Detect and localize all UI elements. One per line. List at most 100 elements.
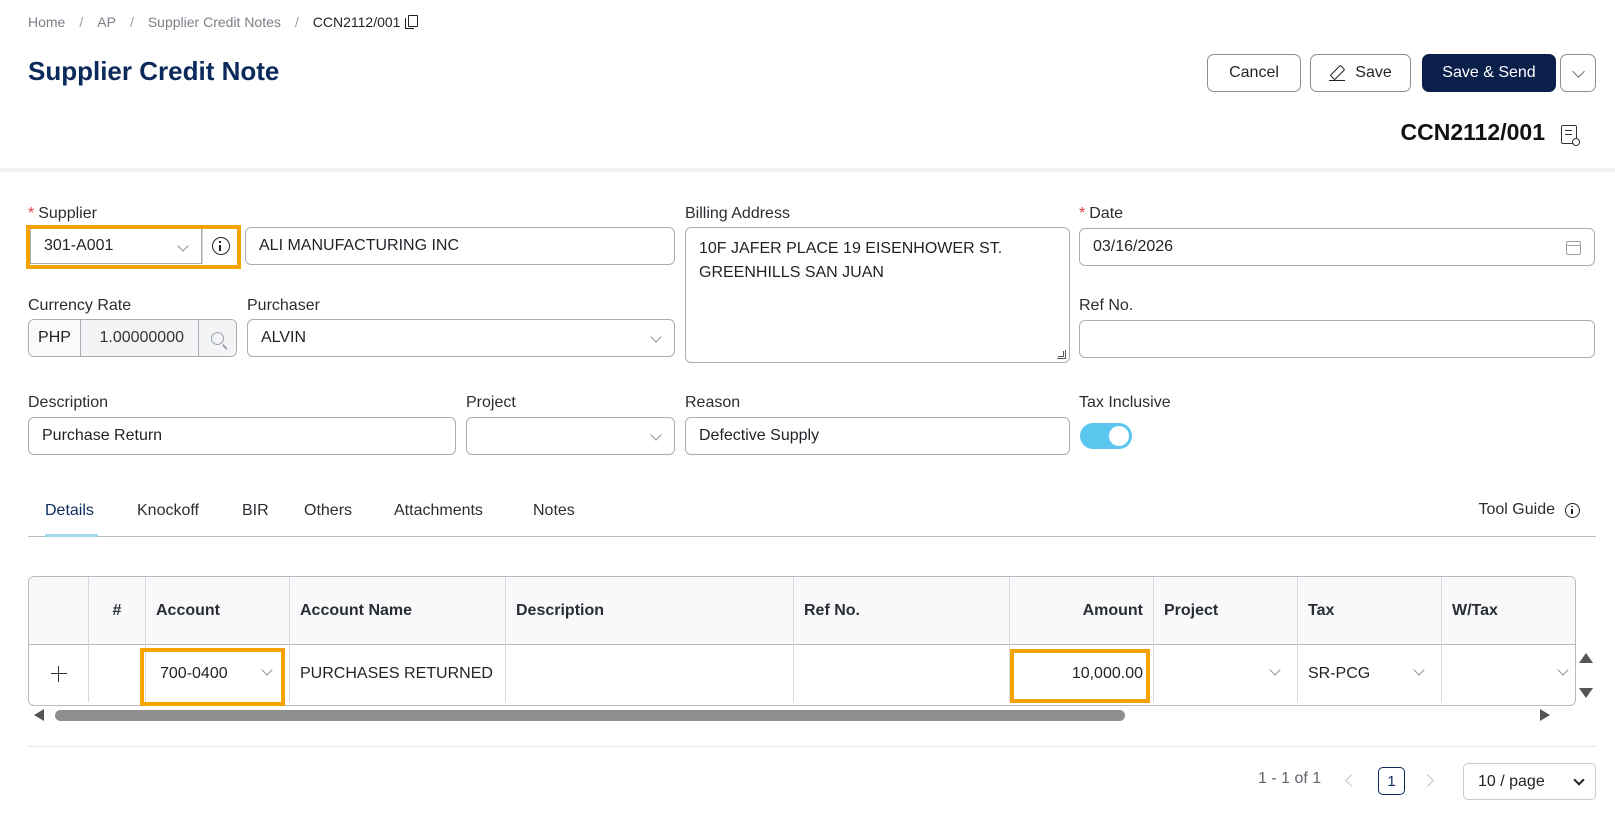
column-header-tax: Tax [1298, 577, 1442, 645]
billing-address-label: Billing Address [685, 205, 790, 222]
pagination-page-current[interactable]: 1 [1378, 767, 1405, 795]
column-header-wtax: W/Tax [1452, 602, 1498, 619]
table-header-row: # Account Account Name Description Ref N… [29, 577, 1575, 645]
breadcrumb-home[interactable]: Home [28, 14, 65, 30]
ref-no-label: Ref No. [1079, 297, 1134, 314]
tab-details[interactable]: Details [45, 502, 94, 520]
drag-move-icon [50, 665, 67, 682]
tax-select-cell[interactable]: SR-PCG [1298, 645, 1442, 702]
save-and-send-button[interactable]: Save & Send [1422, 54, 1556, 92]
column-header-amount: Amount [1010, 577, 1154, 645]
chevron-down-icon [650, 429, 662, 441]
tool-guide-label: Tool Guide [1478, 501, 1556, 518]
tab-knockoff[interactable]: Knockoff [137, 502, 199, 520]
header-divider [0, 168, 1615, 172]
amount-highlight-box [1010, 649, 1150, 703]
column-header-ref-no: Ref No. [794, 577, 1010, 645]
calendar-icon [1566, 241, 1581, 255]
scroll-right-arrow-icon[interactable] [1540, 709, 1550, 721]
reason-value: Defective Supply [699, 427, 820, 444]
ref-no-cell[interactable] [794, 645, 1010, 702]
account-name-cell: PURCHASES RETURNED [290, 645, 506, 702]
more-actions-dropdown-button[interactable] [1560, 54, 1596, 92]
project-label: Project [466, 394, 516, 411]
tab-notes[interactable]: Notes [533, 502, 575, 520]
reason-input[interactable]: Defective Supply [685, 417, 1070, 455]
cancel-button-label: Cancel [1229, 64, 1279, 81]
tool-guide-button[interactable]: Tool Guide [1478, 501, 1580, 519]
save-and-send-label: Save & Send [1442, 64, 1536, 81]
scroll-left-arrow-icon[interactable] [34, 709, 44, 721]
supplier-name-field[interactable]: ALI MANUFACTURING INC [245, 227, 675, 265]
tab-others[interactable]: Others [304, 502, 352, 520]
column-header-account: Account [146, 577, 290, 645]
edit-icon [1329, 65, 1346, 81]
purchaser-select[interactable]: ALVIN [247, 319, 675, 357]
row-drag-handle[interactable] [29, 645, 89, 702]
tabs-bar: Details Knockoff BIR Others Attachments … [28, 497, 1596, 537]
document-search-icon[interactable] [1561, 125, 1580, 146]
page-size-select[interactable]: 10 / page [1463, 763, 1596, 800]
save-button[interactable]: Save [1310, 54, 1411, 92]
info-icon [1565, 502, 1580, 518]
date-label: * Date [1079, 205, 1123, 223]
supplier-name-value: ALI MANUFACTURING INC [259, 237, 460, 254]
supplier-highlight-box [26, 225, 241, 269]
billing-address-line2: GREENHILLS SAN JUAN [699, 264, 884, 281]
supplier-label-text: Supplier [38, 205, 97, 222]
pagination-next-icon[interactable] [1421, 774, 1434, 787]
breadcrumb-separator: / [79, 14, 84, 30]
tab-bir[interactable]: BIR [242, 502, 269, 520]
table-footer-divider [28, 746, 1596, 747]
scroll-down-arrow-icon[interactable] [1579, 688, 1593, 698]
project-select-cell[interactable] [1154, 645, 1298, 702]
date-label-text: Date [1089, 205, 1124, 222]
project-select[interactable] [466, 417, 675, 455]
chevron-down-icon [1413, 664, 1425, 676]
billing-address-textarea[interactable]: 10F JAFER PLACE 19 EISENHOWER ST. GREENH… [685, 227, 1070, 363]
purchaser-value: ALVIN [261, 329, 307, 346]
purchaser-label: Purchaser [247, 297, 320, 314]
scroll-up-arrow-icon[interactable] [1579, 653, 1593, 663]
vertical-scrollbar[interactable] [1576, 576, 1596, 706]
currency-search-button[interactable] [199, 320, 236, 356]
currency-rate-label: Currency Rate [28, 297, 132, 314]
billing-address-line1: 10F JAFER PLACE 19 EISENHOWER ST. [699, 240, 1003, 257]
column-header-description: Description [506, 577, 794, 645]
description-input[interactable]: Purchase Return [28, 417, 456, 455]
tax-inclusive-toggle[interactable] [1080, 423, 1132, 449]
breadcrumb-supplier-credit-notes[interactable]: Supplier Credit Notes [148, 14, 281, 30]
tax-inclusive-label: Tax Inclusive [1079, 394, 1171, 411]
breadcrumb-current: CCN2112/001 [312, 14, 401, 30]
active-tab-indicator [45, 534, 98, 537]
page-size-value: 10 / page [1478, 772, 1545, 790]
tax-value: SR-PCG [1308, 664, 1371, 682]
description-value: Purchase Return [42, 427, 163, 444]
breadcrumb-separator: / [129, 14, 134, 30]
tab-attachments[interactable]: Attachments [394, 502, 483, 520]
resize-handle-icon[interactable] [1057, 350, 1066, 359]
supplier-label: * Supplier [28, 205, 97, 223]
account-highlight-box [140, 648, 285, 706]
copy-icon[interactable] [405, 15, 419, 29]
document-number: CCN2112/001 [1400, 119, 1546, 145]
description-cell[interactable] [506, 645, 794, 702]
column-header-account-name: Account Name [290, 577, 506, 645]
currency-rate-input[interactable]: 1.00000000 [81, 320, 199, 356]
breadcrumb: Home / AP / Supplier Credit Notes / CCN2… [28, 14, 419, 30]
currency-code: PHP [29, 320, 81, 356]
column-header-drag [29, 577, 89, 645]
cancel-button[interactable]: Cancel [1207, 54, 1301, 92]
scrollbar-thumb[interactable] [55, 710, 1125, 721]
horizontal-scrollbar[interactable] [28, 706, 1576, 724]
description-label: Description [28, 394, 109, 411]
ref-no-input[interactable] [1079, 320, 1595, 358]
pagination-prev-icon[interactable] [1345, 774, 1358, 787]
breadcrumb-ap[interactable]: AP [97, 14, 116, 30]
column-header-project: Project [1154, 577, 1298, 645]
wtax-select-cell[interactable] [1442, 645, 1575, 702]
chevron-down-icon [1557, 664, 1569, 676]
date-picker[interactable]: 03/16/2026 [1079, 228, 1595, 266]
chevron-down-icon [1269, 664, 1281, 676]
required-asterisk: * [28, 205, 35, 222]
